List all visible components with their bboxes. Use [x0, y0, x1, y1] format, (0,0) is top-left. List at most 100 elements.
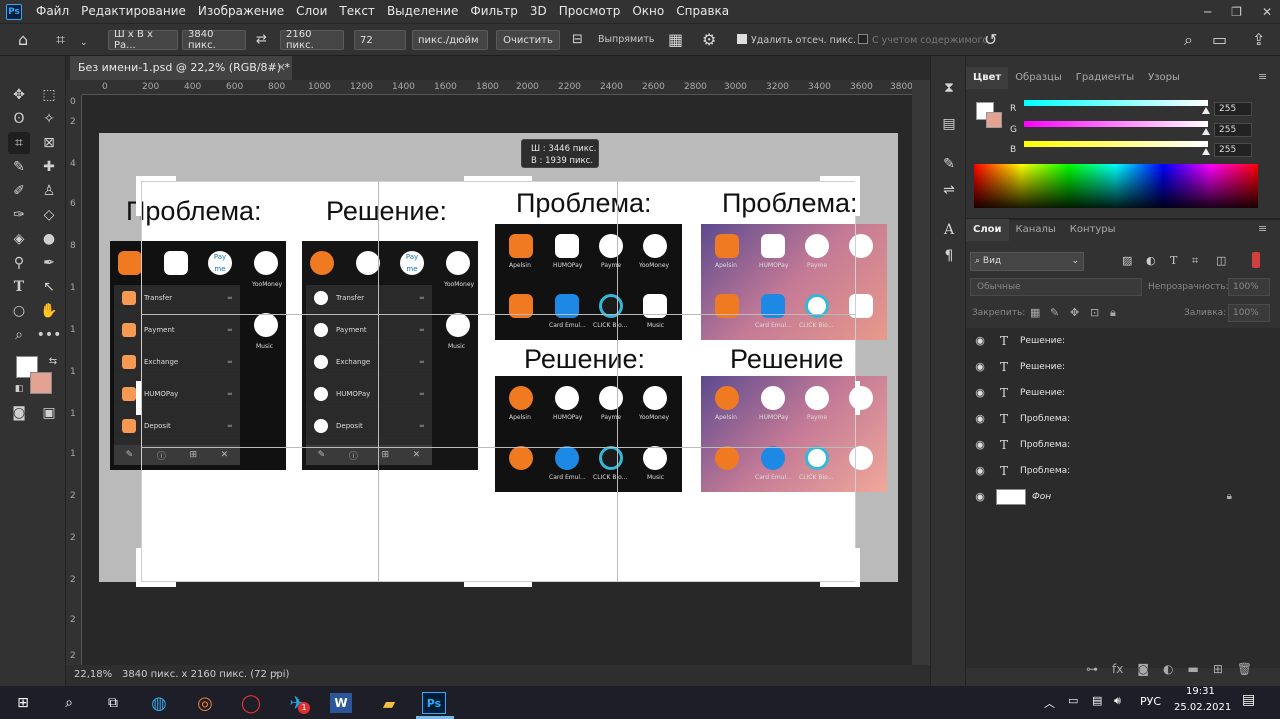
notifications-icon[interactable]: ▤	[1242, 692, 1255, 708]
link-layers-icon[interactable]: ⊶	[1086, 662, 1098, 676]
panel-menu-icon[interactable]: ≡	[1258, 70, 1267, 83]
menu-layers[interactable]: Слои	[290, 0, 333, 23]
history-icon[interactable]: ⧗	[939, 78, 959, 98]
volume-icon[interactable]: 🔊︎	[1114, 694, 1121, 708]
opera-icon[interactable]: ◯	[238, 690, 264, 716]
workspace-icon[interactable]: ▭	[1212, 31, 1227, 49]
tray-chevron-icon[interactable]: ︿	[1044, 695, 1055, 711]
red-slider[interactable]	[1024, 100, 1208, 106]
quick-mask-icon[interactable]: ◙	[8, 402, 30, 424]
layer-filter-select[interactable]: ⌕ Вид ⌄	[970, 252, 1084, 271]
frame-tool-icon[interactable]: ⊠	[38, 132, 60, 154]
brush-settings-icon[interactable]: ✎	[939, 154, 959, 174]
healing-brush-icon[interactable]: ✚	[38, 156, 60, 178]
vertical-scrollbar[interactable]	[912, 80, 930, 665]
filter-toggle[interactable]	[1252, 252, 1260, 268]
checkbox-unchecked[interactable]	[858, 34, 868, 44]
menu-file[interactable]: Файл	[30, 0, 75, 23]
opacity-input[interactable]: 100%	[1228, 278, 1270, 296]
reset-icon[interactable]: ↺	[984, 31, 997, 49]
crop-handle-right[interactable]	[855, 381, 860, 415]
crop-handle-top-left[interactable]	[136, 176, 141, 216]
delete-cropped-checkbox[interactable]: Удалить отсеч. пикс.	[737, 34, 856, 46]
menu-filter[interactable]: Фильтр	[464, 0, 523, 23]
adjustments-icon[interactable]: ⇌	[939, 180, 959, 200]
task-view-icon[interactable]: ⧉	[100, 690, 126, 716]
new-group-icon[interactable]: ▬	[1187, 662, 1198, 676]
home-icon[interactable]: ⌂	[18, 31, 28, 49]
straighten-label[interactable]: Выпрямить	[598, 34, 654, 45]
layer-row[interactable]: ◉ T Решение:	[970, 380, 1270, 406]
eyedropper-icon[interactable]: ✎	[8, 156, 30, 178]
green-value[interactable]: 255	[1214, 123, 1252, 137]
ruler-origin[interactable]	[66, 80, 82, 95]
filter-type-icon[interactable]: T	[1170, 254, 1177, 267]
eye-icon[interactable]: ◉	[970, 334, 990, 347]
vertical-ruler[interactable]: 0 2 4 6 8 1 1 1 1 1 2 2 2 2 2	[66, 95, 82, 665]
eraser-icon[interactable]: ◇	[38, 204, 60, 226]
add-mask-icon[interactable]: ◙	[1137, 662, 1149, 676]
crop-handle-bottom-left[interactable]	[136, 582, 176, 587]
close-icon[interactable]: ✕	[1262, 5, 1272, 19]
crop-handle-top[interactable]	[464, 176, 532, 181]
green-slider-thumb[interactable]	[1202, 128, 1210, 135]
clock-date[interactable]: 25.02.2021	[1174, 702, 1231, 713]
new-layer-icon[interactable]: ⊞	[1213, 662, 1223, 676]
crop-handle-left[interactable]	[136, 381, 141, 415]
filter-smart-icon[interactable]: ◫	[1216, 254, 1226, 267]
tab-gradients[interactable]: Градиенты	[1069, 67, 1141, 89]
background-color-swatch[interactable]	[30, 372, 52, 394]
brush-tool-icon[interactable]: ✐	[8, 180, 30, 202]
file-explorer-icon[interactable]: ▰	[376, 690, 402, 716]
tab-patterns[interactable]: Узоры	[1141, 67, 1187, 89]
paragraph-icon[interactable]: ¶	[939, 246, 959, 266]
layer-row[interactable]: ◉ T Проблема:	[970, 458, 1270, 484]
path-select-icon[interactable]: ↖	[38, 276, 60, 298]
battery-icon[interactable]: ▭	[1068, 694, 1078, 707]
fill-input[interactable]: 100%	[1228, 304, 1270, 322]
swap-colors-icon[interactable]: ⇆	[42, 350, 64, 372]
lock-image-icon[interactable]: ✎	[1050, 306, 1059, 319]
tab-color[interactable]: Цвет	[966, 67, 1009, 89]
marquee-tool-icon[interactable]: ⬚	[38, 84, 60, 106]
minimize-icon[interactable]: ─	[1204, 5, 1211, 19]
straighten-icon[interactable]: ⊟	[572, 31, 583, 49]
paint-bucket-icon[interactable]: ◈	[8, 228, 30, 250]
eye-icon[interactable]: ◉	[970, 386, 990, 399]
share-icon[interactable]: ⇪	[1252, 31, 1265, 49]
checkbox-checked[interactable]	[737, 34, 747, 44]
crop-handle-top-left[interactable]	[136, 176, 176, 181]
crop-handle-bottom-left[interactable]	[136, 548, 141, 587]
media-player-icon[interactable]: ◎	[192, 690, 218, 716]
more-tools-icon[interactable]: •••	[37, 324, 62, 346]
layer-row-background[interactable]: ◉ Фон 🔒︎	[970, 484, 1270, 510]
menu-window[interactable]: Окно	[626, 0, 670, 23]
eye-icon[interactable]: ◉	[970, 412, 990, 425]
word-icon[interactable]: W	[330, 693, 352, 713]
ratio-select[interactable]: Ш x В x Ра...	[108, 29, 178, 51]
menu-edit[interactable]: Редактирование	[75, 0, 192, 23]
green-slider[interactable]	[1024, 121, 1208, 127]
close-tab-icon[interactable]: ✕	[277, 56, 286, 80]
edge-icon[interactable]: ◍	[146, 690, 172, 716]
network-icon[interactable]: ▤	[1092, 694, 1102, 707]
tab-channels[interactable]: Каналы	[1009, 219, 1063, 241]
menu-3d[interactable]: 3D	[524, 0, 553, 23]
crop-tool-preset-icon[interactable]: ⌗	[56, 31, 65, 49]
width-input[interactable]: 3840 пикс.	[182, 29, 246, 51]
eye-icon[interactable]: ◉	[970, 438, 990, 451]
crop-handle-top-right[interactable]	[855, 176, 860, 216]
red-value[interactable]: 255	[1214, 102, 1252, 116]
blend-mode-select[interactable]: Обычные	[970, 278, 1142, 296]
crop-handle-top-right[interactable]	[820, 176, 860, 181]
horizontal-ruler[interactable]: 0 200 400 600 800 1000 1200 1400 1600 18…	[82, 80, 912, 95]
lock-position-icon[interactable]: ✥	[1070, 306, 1079, 319]
delete-layer-icon[interactable]: 🗑︎	[1237, 662, 1252, 676]
fx-icon[interactable]: fx	[1112, 662, 1123, 676]
lock-artboard-icon[interactable]: ⊡	[1090, 306, 1099, 319]
eye-icon[interactable]: ◉	[970, 490, 990, 503]
zoom-level[interactable]: 22,18%	[74, 669, 112, 680]
magic-wand-icon[interactable]: ✧	[38, 108, 60, 130]
layer-row[interactable]: ◉ T Решение:	[970, 328, 1270, 354]
menu-select[interactable]: Выделение	[381, 0, 464, 23]
